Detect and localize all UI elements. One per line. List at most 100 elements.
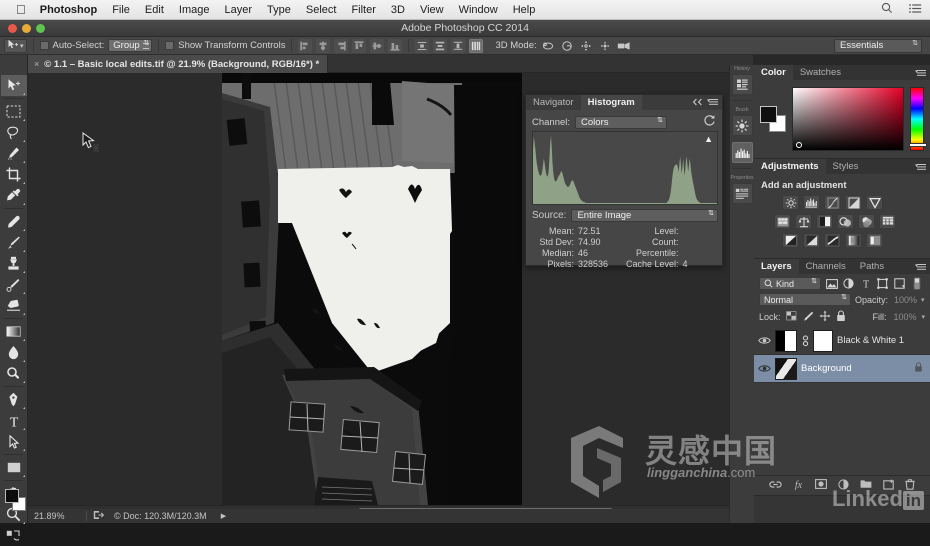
path-selection-tool[interactable] <box>1 431 27 452</box>
foreground-color-swatch[interactable] <box>5 489 19 503</box>
align-top-edges-button[interactable] <box>352 38 367 53</box>
color-balance-icon[interactable] <box>795 214 812 229</box>
align-right-edges-button[interactable] <box>334 38 349 53</box>
panel-menu-icon[interactable] <box>707 98 719 109</box>
type-tool[interactable]: T <box>1 410 27 431</box>
menu-item-filter[interactable]: Filter <box>351 4 375 16</box>
menu-item-edit[interactable]: Edit <box>145 4 164 16</box>
spot-healing-brush-tool[interactable] <box>1 211 27 232</box>
roll-3d-icon[interactable] <box>560 39 575 53</box>
apple-logo-icon[interactable]:  <box>16 3 26 16</box>
link-layers-icon[interactable] <box>769 480 782 492</box>
color-panel-menu-icon[interactable] <box>915 69 927 80</box>
auto-align-layers-button[interactable] <box>469 38 484 53</box>
hue-strip-marker[interactable] <box>909 143 927 147</box>
zoom-window-button[interactable] <box>36 23 45 33</box>
blend-mode-select[interactable]: Normal ⇅ <box>759 293 851 306</box>
search-icon[interactable] <box>881 2 893 17</box>
menu-item-help[interactable]: Help <box>513 4 536 16</box>
gradient-map-icon[interactable] <box>845 233 862 248</box>
layer-filter-kind-select[interactable]: Kind ⇅ <box>759 277 821 290</box>
layer-visibility-toggle[interactable] <box>757 336 771 345</box>
tab-swatches[interactable]: Swatches <box>793 65 848 80</box>
menu-item-3d[interactable]: 3D <box>391 4 405 16</box>
invert-icon[interactable] <box>782 233 799 248</box>
channel-mixer-icon[interactable] <box>858 214 875 229</box>
move-tool[interactable] <box>0 75 27 96</box>
color-field-marker[interactable] <box>796 142 802 148</box>
scale-3d-icon[interactable] <box>617 39 632 53</box>
slide-3d-icon[interactable] <box>598 39 613 53</box>
new-fill-adjustment-icon[interactable] <box>838 478 849 493</box>
adjustments-panel-menu-icon[interactable] <box>915 163 927 174</box>
clone-stamp-tool[interactable] <box>1 253 27 274</box>
delete-layer-icon[interactable] <box>905 478 915 493</box>
layer-name[interactable]: Black & White 1 <box>837 335 925 346</box>
foreground-color-chip[interactable] <box>760 106 777 123</box>
fill-value[interactable]: 100% <box>893 312 916 322</box>
quick-selection-tool[interactable] <box>1 143 27 164</box>
document-image[interactable] <box>222 73 522 505</box>
new-layer-icon[interactable] <box>883 479 894 493</box>
color-lookup-icon[interactable] <box>879 214 896 229</box>
distribute-vertical-centers-button[interactable] <box>433 38 448 53</box>
edit-toolbar-button[interactable] <box>1 525 27 546</box>
photo-filter-icon[interactable] <box>837 214 854 229</box>
layer-name[interactable]: Background <box>801 363 910 374</box>
close-document-icon[interactable]: × <box>34 59 39 69</box>
menu-item-select[interactable]: Select <box>306 4 337 16</box>
source-select[interactable]: Entire Image ⇅ <box>571 209 718 222</box>
export-icon[interactable] <box>93 510 105 522</box>
zoom-level[interactable]: 21.89% <box>34 511 80 521</box>
brightness-contrast-icon[interactable] <box>782 195 799 210</box>
auto-select-checkbox[interactable] <box>39 41 49 50</box>
status-expand-arrow-icon[interactable]: ▶ <box>221 512 226 520</box>
menu-item-layer[interactable]: Layer <box>224 4 252 16</box>
menu-item-file[interactable]: File <box>112 4 130 16</box>
layer-style-icon[interactable]: fx <box>793 479 804 493</box>
layer-row-black-and-white-1[interactable]: Black & White 1 <box>754 327 930 355</box>
brush-panel-icon[interactable] <box>731 115 753 136</box>
properties-panel-icon[interactable] <box>731 183 753 204</box>
hue-saturation-icon[interactable] <box>774 214 791 229</box>
history-panel-icon[interactable] <box>731 74 753 95</box>
lasso-tool[interactable] <box>1 122 27 143</box>
tab-histogram[interactable]: Histogram <box>580 95 642 110</box>
curves-icon[interactable] <box>824 195 841 210</box>
histogram-panel-icon[interactable] <box>731 142 753 163</box>
menu-item-image[interactable]: Image <box>179 4 210 16</box>
opacity-value[interactable]: 100% <box>894 295 917 305</box>
layer-thumbnail[interactable] <box>775 329 797 352</box>
tool-color-swatches[interactable] <box>5 489 26 511</box>
tab-channels[interactable]: Channels <box>799 259 853 274</box>
filter-type-icon[interactable]: T <box>859 277 872 290</box>
active-tool-preset[interactable]: ▾ <box>4 38 27 53</box>
eraser-tool[interactable] <box>1 295 27 316</box>
cache-warning-icon[interactable]: ▲ <box>704 134 713 144</box>
rectangle-tool[interactable] <box>1 457 27 478</box>
crop-tool[interactable] <box>1 164 27 185</box>
filter-adjustment-icon[interactable] <box>842 277 855 290</box>
dodge-tool[interactable] <box>1 363 27 384</box>
threshold-icon[interactable] <box>824 233 841 248</box>
layer-thumbnail[interactable] <box>775 357 797 380</box>
lock-position-icon[interactable] <box>819 310 831 324</box>
tab-layers[interactable]: Layers <box>754 259 799 274</box>
posterize-icon[interactable] <box>803 233 820 248</box>
tab-navigator[interactable]: Navigator <box>526 95 581 110</box>
tab-color[interactable]: Color <box>754 65 793 80</box>
blur-tool[interactable] <box>1 342 27 363</box>
auto-select-scope-select[interactable]: Group ⇅ <box>108 39 153 52</box>
distribute-top-edges-button[interactable] <box>415 38 430 53</box>
close-window-button[interactable] <box>8 23 17 33</box>
history-brush-tool[interactable] <box>1 274 27 295</box>
distribute-bottom-edges-button[interactable] <box>451 38 466 53</box>
layer-mask-link-icon[interactable] <box>801 334 809 347</box>
filter-smart-icon[interactable] <box>893 277 906 290</box>
refresh-icon[interactable] <box>703 114 716 130</box>
lock-all-icon[interactable] <box>836 310 846 324</box>
menu-item-view[interactable]: View <box>420 4 444 16</box>
minimize-window-button[interactable] <box>22 23 31 33</box>
align-left-edges-button[interactable] <box>298 38 313 53</box>
collapse-icon[interactable] <box>692 98 703 109</box>
